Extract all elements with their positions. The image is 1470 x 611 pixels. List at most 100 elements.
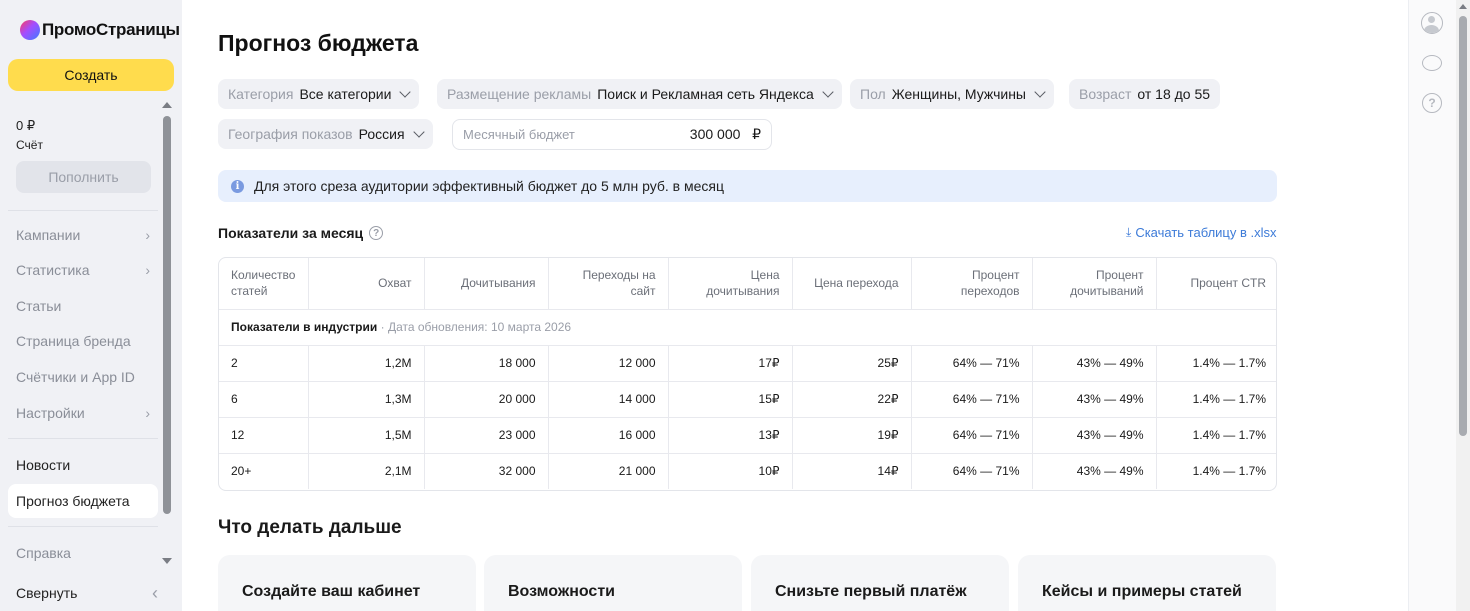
chevron-down-icon — [412, 125, 425, 138]
create-button[interactable]: Создать — [8, 59, 174, 91]
sidebar: ПромоСтраницы Создать 0 ₽ Счёт Пополнить… — [0, 0, 182, 611]
sidebar-item-label: Кампании — [16, 227, 81, 243]
table-cell: 13₽ — [668, 417, 793, 454]
budget-amount: 300 000 — [689, 126, 741, 142]
sidebar-scroll-thumb[interactable] — [163, 116, 171, 514]
budget-currency: ₽ — [752, 126, 761, 142]
sidebar-item-brand-page[interactable]: Страница бренда — [8, 324, 158, 358]
table-row: 2 1,2M 18 000 12 000 17₽ 25₽ 64% — 71% 4… — [219, 345, 1276, 382]
filter-value: от 18 до 55 — [1137, 86, 1211, 102]
table-row: 12 1,5M 23 000 16 000 13₽ 19₽ 64% — 71% … — [219, 417, 1276, 454]
next-card-optimization[interactable]: Возможности оптимизации — [484, 555, 742, 611]
column-header: Процент CTR — [1156, 258, 1276, 310]
table-cell: 2 — [219, 345, 309, 382]
sidebar-item-label: Настройки — [16, 405, 85, 421]
sidebar-item-label: Справка — [16, 545, 71, 561]
sidebar-item-news[interactable]: Новости — [8, 448, 158, 482]
filter-value: Женщины, Мужчины — [891, 86, 1026, 102]
table-header-row: Количество статей Охват Дочитывания Пере… — [219, 258, 1276, 310]
sidebar-scrollbar[interactable] — [161, 98, 173, 568]
filter-value: Все категории — [299, 86, 392, 102]
sidebar-item-campaigns[interactable]: Кампании › — [8, 218, 158, 252]
logo-text: ПромоСтраницы — [42, 20, 180, 39]
industry-row: Показатели в индустрии · Дата обновления… — [219, 309, 1276, 346]
chevron-right-icon: › — [145, 227, 150, 243]
next-card-cases[interactable]: Кейсы и примеры статей — [1018, 555, 1276, 611]
main-content: Прогноз бюджета Категория Все категории … — [182, 0, 1408, 611]
help-icon[interactable]: ? — [369, 226, 384, 240]
download-xlsx-link[interactable]: ⤓ Скачать таблицу в .xlsx — [1126, 225, 1277, 240]
column-header: Количество статей — [219, 258, 309, 310]
table-cell: 43% — 49% — [1032, 453, 1157, 489]
card-title: Снизьте первый платёж — [775, 583, 967, 600]
table-cell: 18 000 — [424, 345, 549, 382]
budget-placeholder: Месячный бюджет — [463, 127, 575, 142]
sidebar-item-statistics[interactable]: Статистика › — [8, 253, 158, 287]
filter-value: Поиск и Рекламная сеть Яндекса — [597, 86, 814, 102]
chevron-left-icon: ‹ — [152, 582, 158, 603]
column-header: Дочитывания — [424, 258, 549, 310]
sidebar-item-help[interactable]: Справка — [8, 536, 158, 568]
collapse-sidebar-button[interactable]: Свернуть ‹ — [8, 576, 166, 610]
table-cell: 19₽ — [792, 417, 912, 454]
download-icon: ⤓ — [1126, 225, 1132, 239]
column-header: Охват — [308, 258, 425, 310]
table-cell: 64% — 71% — [911, 381, 1033, 418]
download-label: Скачать таблицу в .xlsx — [1135, 225, 1277, 240]
next-card-first-payment[interactable]: Снизьте первый платёж — [751, 555, 1009, 611]
chat-icon[interactable] — [1422, 55, 1442, 71]
scroll-down-icon[interactable] — [162, 558, 172, 564]
next-card-create-cabinet[interactable]: Создайте ваш кабинет — [218, 555, 476, 611]
sidebar-item-budget-forecast[interactable]: Прогноз бюджета — [8, 484, 158, 518]
filter-label: Пол — [860, 86, 886, 102]
filter-value: Россия — [358, 126, 405, 142]
logo[interactable]: ПромоСтраницы — [20, 20, 180, 40]
filter-category[interactable]: Категория Все категории — [218, 79, 420, 109]
sidebar-item-counters[interactable]: Счётчики и App ID — [8, 360, 158, 394]
column-header: Процент переходов — [911, 258, 1033, 310]
scroll-up-icon[interactable] — [162, 102, 172, 108]
table-cell: 2,1M — [308, 453, 425, 489]
industry-separator: · — [377, 320, 388, 334]
sidebar-item-label: Прогноз бюджета — [16, 493, 130, 509]
filter-geo[interactable]: География показов Россия — [218, 119, 433, 149]
balance-label: Счёт — [16, 138, 43, 152]
collapse-label: Свернуть — [16, 585, 78, 601]
monthly-budget-input[interactable]: Месячный бюджет 300 000 ₽ — [452, 119, 772, 150]
sidebar-item-label: Статьи — [16, 298, 62, 314]
table-cell: 20+ — [219, 453, 309, 489]
chevron-right-icon: › — [145, 405, 150, 421]
table-cell: 1,3M — [308, 381, 425, 418]
scroll-up-icon[interactable] — [1459, 4, 1467, 9]
sidebar-item-label: Страница бренда — [16, 333, 131, 349]
section-title: Показатели за месяц ? — [218, 225, 384, 241]
page-scroll-thumb[interactable] — [1459, 16, 1467, 436]
info-icon: i — [231, 179, 244, 193]
filter-age[interactable]: Возраст от 18 до 55 — [1069, 79, 1221, 109]
section-title-text: Показатели за месяц — [218, 225, 364, 241]
help-icon[interactable]: ? — [1422, 93, 1442, 113]
table-cell: 64% — 71% — [911, 453, 1033, 489]
filter-label: Категория — [228, 86, 294, 102]
table-cell: 1,5M — [308, 417, 425, 454]
topup-button[interactable]: Пополнить — [16, 161, 151, 193]
table-cell: 1,2M — [308, 345, 425, 382]
page-scrollbar[interactable] — [1456, 0, 1470, 611]
table-cell: 64% — 71% — [911, 417, 1033, 454]
table-cell: 1.4% — 1.7% — [1156, 417, 1276, 454]
sidebar-item-settings[interactable]: Настройки › — [8, 396, 158, 430]
sidebar-scroll-area: 0 ₽ Счёт Пополнить Кампании › Статистика… — [0, 98, 160, 568]
metrics-table: Количество статей Охват Дочитывания Пере… — [218, 257, 1277, 491]
balance-amount: 0 ₽ — [16, 118, 36, 133]
chevron-down-icon — [822, 85, 834, 98]
column-header: Переходы на сайт — [548, 258, 669, 310]
avatar-icon[interactable] — [1421, 12, 1443, 34]
sidebar-item-articles[interactable]: Статьи — [8, 289, 158, 323]
column-header: Цена дочитывания — [668, 258, 793, 310]
filter-placement[interactable]: Размещение рекламы Поиск и Рекламная сет… — [437, 79, 842, 109]
table-cell: 22₽ — [792, 381, 912, 418]
card-title: Кейсы и примеры статей — [1042, 583, 1242, 600]
chevron-down-icon — [399, 85, 412, 98]
filter-gender[interactable]: Пол Женщины, Мужчины — [850, 79, 1054, 109]
table-cell: 43% — 49% — [1032, 381, 1157, 418]
